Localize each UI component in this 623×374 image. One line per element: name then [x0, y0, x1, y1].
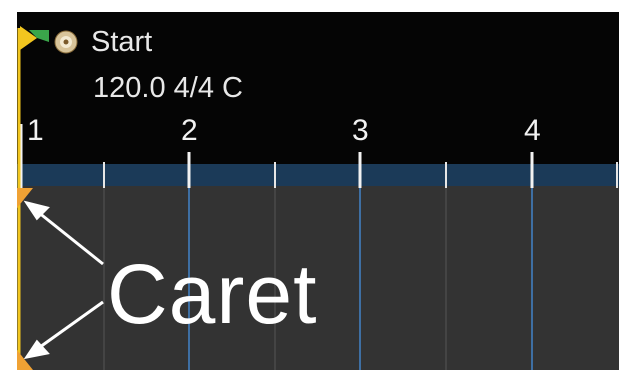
caret-annotation-label: Caret — [107, 247, 318, 341]
timeline-view: Start 120.0 4/4 C 1 2 3 4 Caret — [17, 12, 619, 370]
start-flag-icon[interactable] — [20, 26, 49, 50]
annotation-arrows — [23, 200, 104, 360]
major-ticks — [19, 124, 534, 188]
